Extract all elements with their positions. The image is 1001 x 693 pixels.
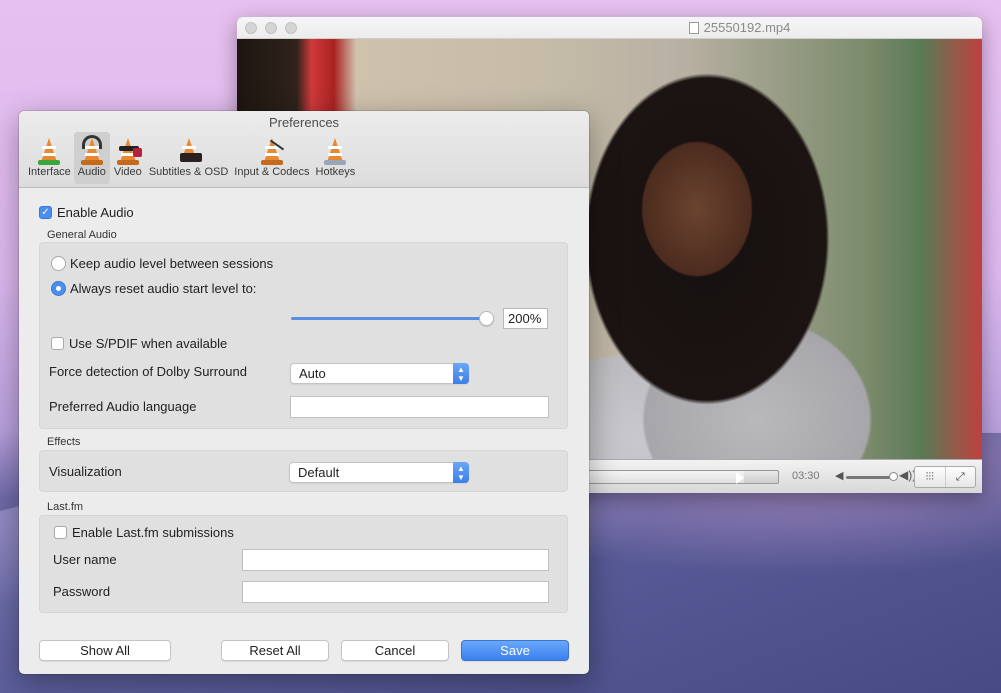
always-reset-level-radio[interactable]: Always reset audio start level to: — [51, 281, 256, 296]
window-title: Preferences — [268, 115, 340, 130]
tab-audio[interactable]: Audio — [73, 132, 110, 184]
enable-lastfm-checkbox[interactable]: Enable Last.fm submissions — [54, 525, 234, 540]
equalizer-icon[interactable]: ⫶⫶⫶ — [915, 467, 946, 487]
document-icon — [688, 22, 699, 34]
keep-audio-level-radio[interactable]: Keep audio level between sessions — [51, 256, 273, 271]
dolby-surround-select[interactable]: Auto ▲ ▼ — [290, 363, 469, 384]
preferences-window: Preferences Interface Audio Video Subtit… — [19, 111, 589, 674]
preferred-language-label: Preferred Audio language — [49, 399, 197, 414]
chevron-updown-icon: ▲ ▼ — [453, 363, 469, 384]
general-audio-section-label: General Audio — [47, 229, 117, 241]
password-input[interactable] — [242, 581, 549, 603]
seek-bar-knob[interactable] — [736, 472, 744, 484]
radio-unselected-icon[interactable] — [51, 256, 66, 271]
reset-all-button[interactable]: Reset All — [221, 640, 329, 661]
chevron-updown-icon: ▲ ▼ — [453, 462, 469, 483]
tab-subtitles-osd[interactable]: Subtitles & OSD — [146, 132, 231, 184]
vlc-cone-keyboard-icon — [320, 134, 350, 166]
player-titlebar[interactable]: 25550192.mp4 — [237, 17, 982, 39]
vlc-cone-glasses-icon — [113, 134, 143, 166]
checkbox-unchecked-icon[interactable] — [54, 526, 67, 539]
cancel-button[interactable]: Cancel — [341, 640, 449, 661]
time-display: 03:30 — [792, 470, 820, 482]
audio-preferences-panel: ✓ Enable Audio General Audio Keep audio … — [19, 189, 589, 674]
checkbox-unchecked-icon[interactable] — [51, 337, 64, 350]
volume-slider-knob[interactable] — [889, 472, 898, 481]
volume-low-icon[interactable]: ◀ — [835, 469, 843, 482]
preferred-language-input[interactable] — [290, 396, 549, 418]
radio-selected-icon[interactable] — [51, 281, 66, 296]
vlc-cone-headphones-icon — [77, 134, 107, 166]
tab-hotkeys[interactable]: Hotkeys — [313, 132, 359, 184]
password-label: Password — [53, 584, 111, 599]
tab-video[interactable]: Video — [110, 132, 146, 184]
dolby-label: Force detection of Dolby Surround — [49, 364, 247, 379]
save-button[interactable]: Save — [461, 640, 569, 661]
lastfm-section-label: Last.fm — [47, 501, 84, 513]
show-all-button[interactable]: Show All — [39, 640, 171, 661]
vlc-cone-cables-icon — [257, 134, 287, 166]
vlc-cone-subtitles-icon — [174, 134, 204, 166]
player-title: 25550192.mp4 — [237, 20, 982, 35]
checkbox-checked-icon[interactable]: ✓ — [39, 206, 52, 219]
player-button-group: ⫶⫶⫶ ⤢ — [914, 466, 976, 488]
enable-audio-checkbox[interactable]: ✓ Enable Audio — [39, 205, 134, 220]
spdif-checkbox[interactable]: Use S/PDIF when available — [51, 336, 227, 351]
username-input[interactable] — [242, 549, 549, 571]
visualization-select[interactable]: Default ▲ ▼ — [289, 462, 469, 483]
effects-section-label: Effects — [47, 436, 81, 448]
preferences-tabs: Interface Audio Video Subtitles & OSD In… — [25, 132, 358, 184]
visualization-label: Visualization — [49, 464, 122, 479]
preferences-toolbar: Preferences Interface Audio Video Subtit… — [19, 111, 589, 188]
tab-interface[interactable]: Interface — [25, 132, 74, 184]
audio-level-slider[interactable] — [291, 317, 487, 320]
audio-level-field[interactable]: 200% — [503, 308, 548, 329]
seek-bar-fill — [578, 471, 744, 483]
audio-level-slider-knob[interactable] — [479, 311, 494, 326]
fullscreen-icon[interactable]: ⤢ — [946, 467, 976, 487]
username-label: User name — [53, 552, 117, 567]
tab-input-codecs[interactable]: Input & Codecs — [231, 132, 312, 184]
vlc-cone-interface-icon — [34, 134, 64, 166]
seek-bar[interactable] — [577, 470, 779, 484]
volume-slider[interactable] — [846, 476, 894, 479]
